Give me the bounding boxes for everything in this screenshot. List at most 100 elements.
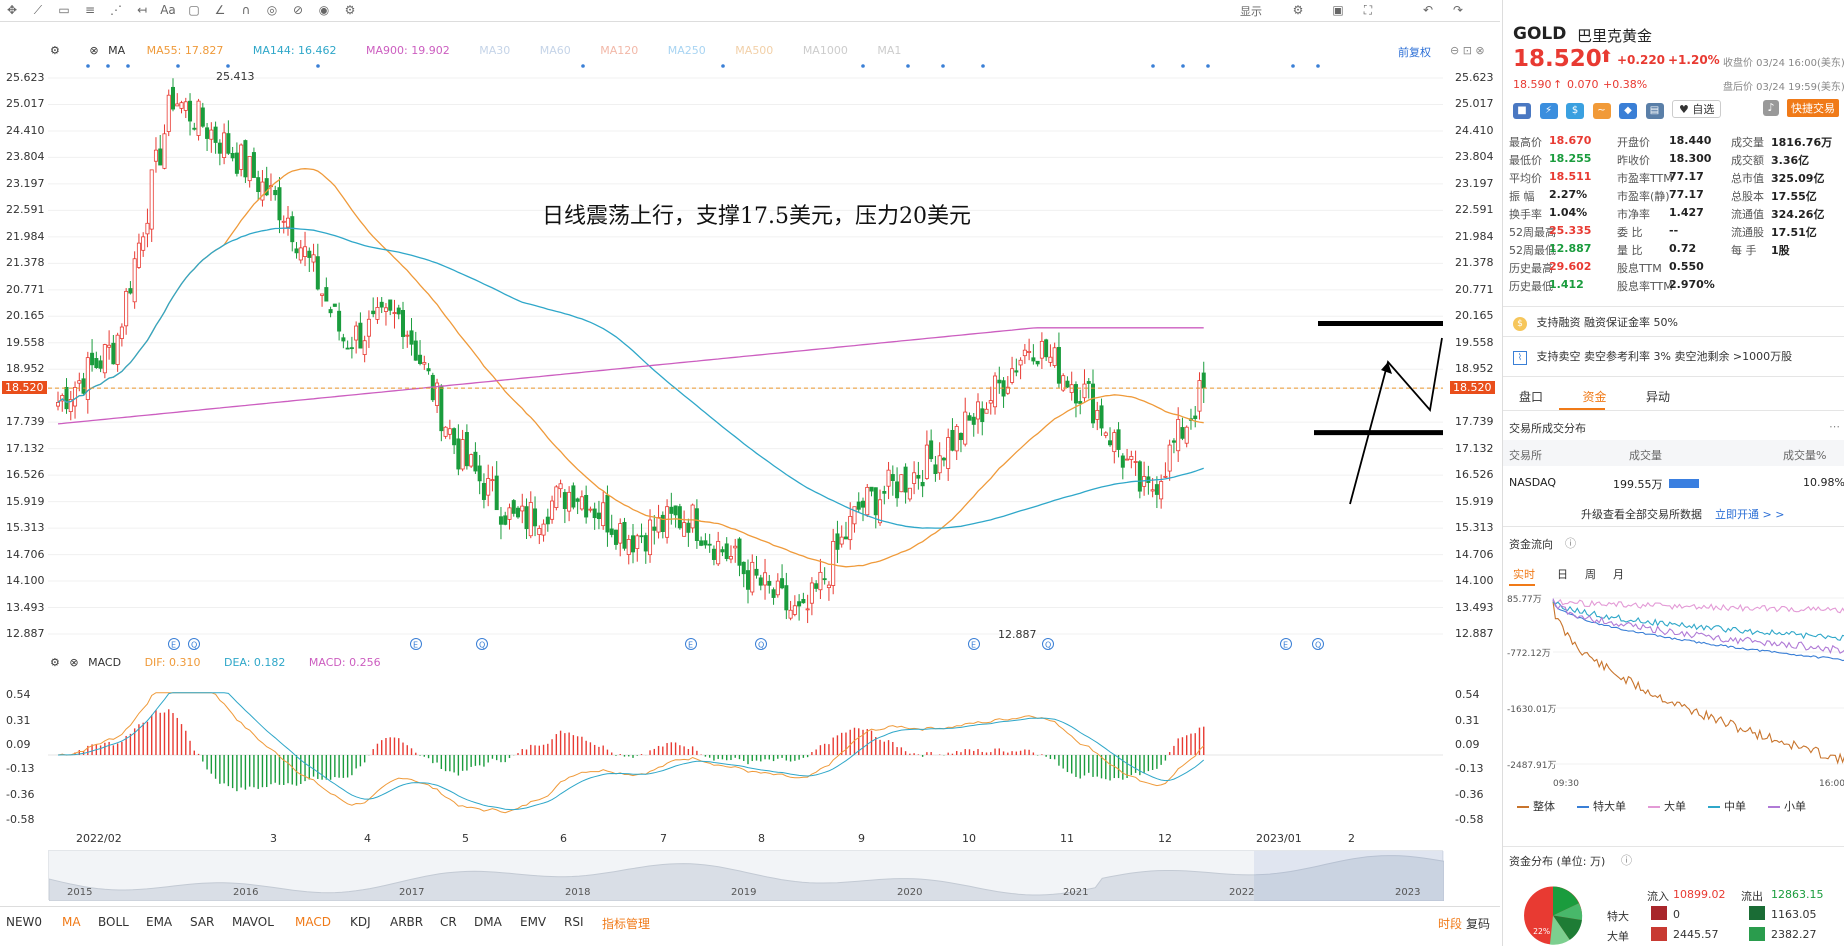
hide-icon[interactable]: ◎ — [264, 2, 280, 18]
candle-body — [929, 440, 934, 460]
flow-legend-item: 小单 — [1768, 800, 1806, 813]
comment-icon[interactable]: ▢ — [186, 2, 202, 18]
flow-y-tick: -772.12万 — [1507, 649, 1551, 659]
event-dot[interactable] — [1181, 64, 1185, 68]
event-dot[interactable] — [981, 64, 985, 68]
flow-tab-week[interactable]: 周 — [1585, 566, 1596, 582]
event-dot[interactable] — [226, 64, 230, 68]
ma55-value: MA55: 17.827 — [146, 44, 224, 57]
indicator-tab-rsi[interactable]: RSI — [564, 915, 584, 929]
upgrade-link[interactable]: 立即开通 > > — [1715, 506, 1784, 522]
flow-legend-swatch — [1648, 806, 1660, 808]
indicator-tab-emv[interactable]: EMV — [520, 915, 546, 929]
more-icon[interactable]: ⋯ — [1829, 420, 1840, 433]
indicator-tabs: NEW0 MA BOLL EMA SAR MAVOL MACD KDJ ARBR CR DMA EMV… — [0, 906, 1500, 934]
candlestick-chart[interactable]: EQEQEQEQEQ — [48, 62, 1443, 650]
adjust-button[interactable]: 前复权 — [1398, 44, 1431, 60]
indicator-tab-dma[interactable]: DMA — [474, 915, 502, 929]
macd-label[interactable]: MACD — [88, 656, 121, 669]
indicator-tab-指标管理[interactable]: 指标管理 — [602, 915, 650, 932]
indicator-tab-boll[interactable]: BOLL — [98, 915, 129, 929]
settings-icon[interactable]: ⚙ — [50, 656, 60, 669]
event-dot[interactable] — [106, 64, 110, 68]
bottom-right-tab[interactable]: 时段 — [1438, 915, 1462, 932]
indicator-tab-kdj[interactable]: KDJ — [350, 915, 371, 929]
timeline-overview[interactable]: 2015 2016 2017 2018 2019 2020 2021 2022 2023 — [48, 850, 1444, 901]
delete-icon[interactable]: ⊘ — [290, 2, 306, 18]
short-row[interactable]: ⌇ 支持卖空 卖空参考利率 3% 卖空池剩余 >1000万股 — [1513, 348, 1792, 365]
candle-body — [1052, 347, 1057, 366]
macd-chart[interactable] — [48, 680, 1443, 830]
redo-icon[interactable]: ↷ — [1450, 2, 1466, 18]
close-icon[interactable]: ⊗ — [89, 44, 98, 57]
indicator-tab-ema[interactable]: EMA — [146, 915, 172, 929]
candle-body — [656, 517, 661, 533]
undo-icon[interactable]: ↶ — [1420, 2, 1436, 18]
indicator-tab-macd[interactable]: MACD — [295, 915, 331, 929]
ma-label[interactable]: MA — [108, 44, 125, 57]
angle-icon[interactable]: ∠ — [212, 2, 228, 18]
tab-orderbook[interactable]: 盘口 — [1519, 390, 1543, 404]
indicator-tab-arbr[interactable]: ARBR — [390, 915, 423, 929]
quick-trade-button[interactable]: 快捷交易 — [1787, 99, 1839, 117]
event-dot[interactable] — [1206, 64, 1210, 68]
rect-icon[interactable]: ▭ — [56, 2, 72, 18]
event-dot[interactable] — [906, 64, 910, 68]
event-dot[interactable] — [176, 64, 180, 68]
tab-activity[interactable]: 异动 — [1646, 390, 1670, 404]
crosshair-icon[interactable]: ✥ — [4, 2, 20, 18]
financing-row[interactable]: $ 支持融资 融资保证金率 50% — [1513, 314, 1678, 331]
lightning-icon[interactable]: ⚡ — [1539, 103, 1558, 119]
chart-control-icons[interactable]: ⊖ ⊡ ⊗ — [1450, 44, 1485, 57]
candle-body — [1129, 455, 1134, 460]
indicator-tab-mavol[interactable]: MAVOL — [232, 915, 274, 929]
flag-icon[interactable]: ■ — [1513, 103, 1531, 119]
flow-tab-day[interactable]: 日 — [1557, 566, 1568, 582]
flow-tab-month[interactable]: 月 — [1613, 566, 1624, 582]
visibility-icon[interactable]: ◉ — [316, 2, 332, 18]
info-icon[interactable]: ⓘ — [1565, 535, 1576, 551]
event-dot[interactable] — [1151, 64, 1155, 68]
bell-icon[interactable]: ♪ — [1763, 100, 1779, 116]
draw-line-icon[interactable]: ⟋ — [30, 2, 46, 18]
info-icon-2[interactable]: ⓘ — [1621, 852, 1632, 868]
wave-icon[interactable]: ~ — [1592, 103, 1611, 119]
event-dot[interactable] — [721, 64, 725, 68]
tab-funds[interactable]: 资金 — [1583, 390, 1607, 404]
event-dot[interactable] — [581, 64, 585, 68]
add-watchlist-button[interactable]: ♥ 自选 — [1672, 100, 1722, 118]
stat-label: 股息率TTM — [1617, 280, 1673, 293]
event-dot[interactable] — [941, 64, 945, 68]
gear-icon[interactable]: ⚙ — [1290, 2, 1306, 18]
channel-icon[interactable]: ⋰ — [108, 2, 124, 18]
magnet-icon[interactable]: ∩ — [238, 2, 254, 18]
settings-icon[interactable]: ⚙ — [342, 2, 358, 18]
indicator-tab-ma[interactable]: MA — [62, 915, 81, 929]
earnings-marker-label: Q — [191, 641, 197, 650]
event-dot[interactable] — [316, 64, 320, 68]
event-dot[interactable] — [861, 64, 865, 68]
fullscreen-icon[interactable]: ⛶ — [1360, 2, 1376, 18]
indicator-tab-new0[interactable]: NEW0 — [6, 915, 42, 929]
earnings-marker-label: Q — [1045, 641, 1051, 650]
close-icon[interactable]: ⊗ — [69, 656, 78, 669]
arrow-left-icon[interactable]: ↤ — [134, 2, 150, 18]
candle-body — [366, 318, 371, 337]
text-icon[interactable]: Aa — [160, 2, 176, 18]
display-button[interactable]: 显示 — [1240, 3, 1262, 19]
event-dot[interactable] — [1291, 64, 1295, 68]
event-dot[interactable] — [86, 64, 90, 68]
doc-icon[interactable]: ▤ — [1645, 103, 1664, 119]
indicator-tab-cr[interactable]: CR — [440, 915, 457, 929]
camera-icon[interactable]: ▣ — [1330, 2, 1346, 18]
dollar-icon[interactable]: $ — [1566, 103, 1584, 119]
event-dot[interactable] — [1316, 64, 1320, 68]
event-dot[interactable] — [126, 64, 130, 68]
indicator-tab-sar[interactable]: SAR — [190, 915, 214, 929]
settings-icon[interactable]: ⚙ — [50, 44, 60, 57]
fund-flow-chart[interactable]: 85.77万 -772.12万 -1630.01万 -2487.91万 09:30 16:… — [1503, 590, 1844, 790]
fib-icon[interactable]: ≡ — [82, 2, 98, 18]
bottom-right-tab[interactable]: 复码 — [1466, 915, 1490, 932]
flow-tab-realtime[interactable]: 实时 — [1513, 566, 1535, 582]
tag-icon[interactable]: ◆ — [1619, 103, 1637, 119]
